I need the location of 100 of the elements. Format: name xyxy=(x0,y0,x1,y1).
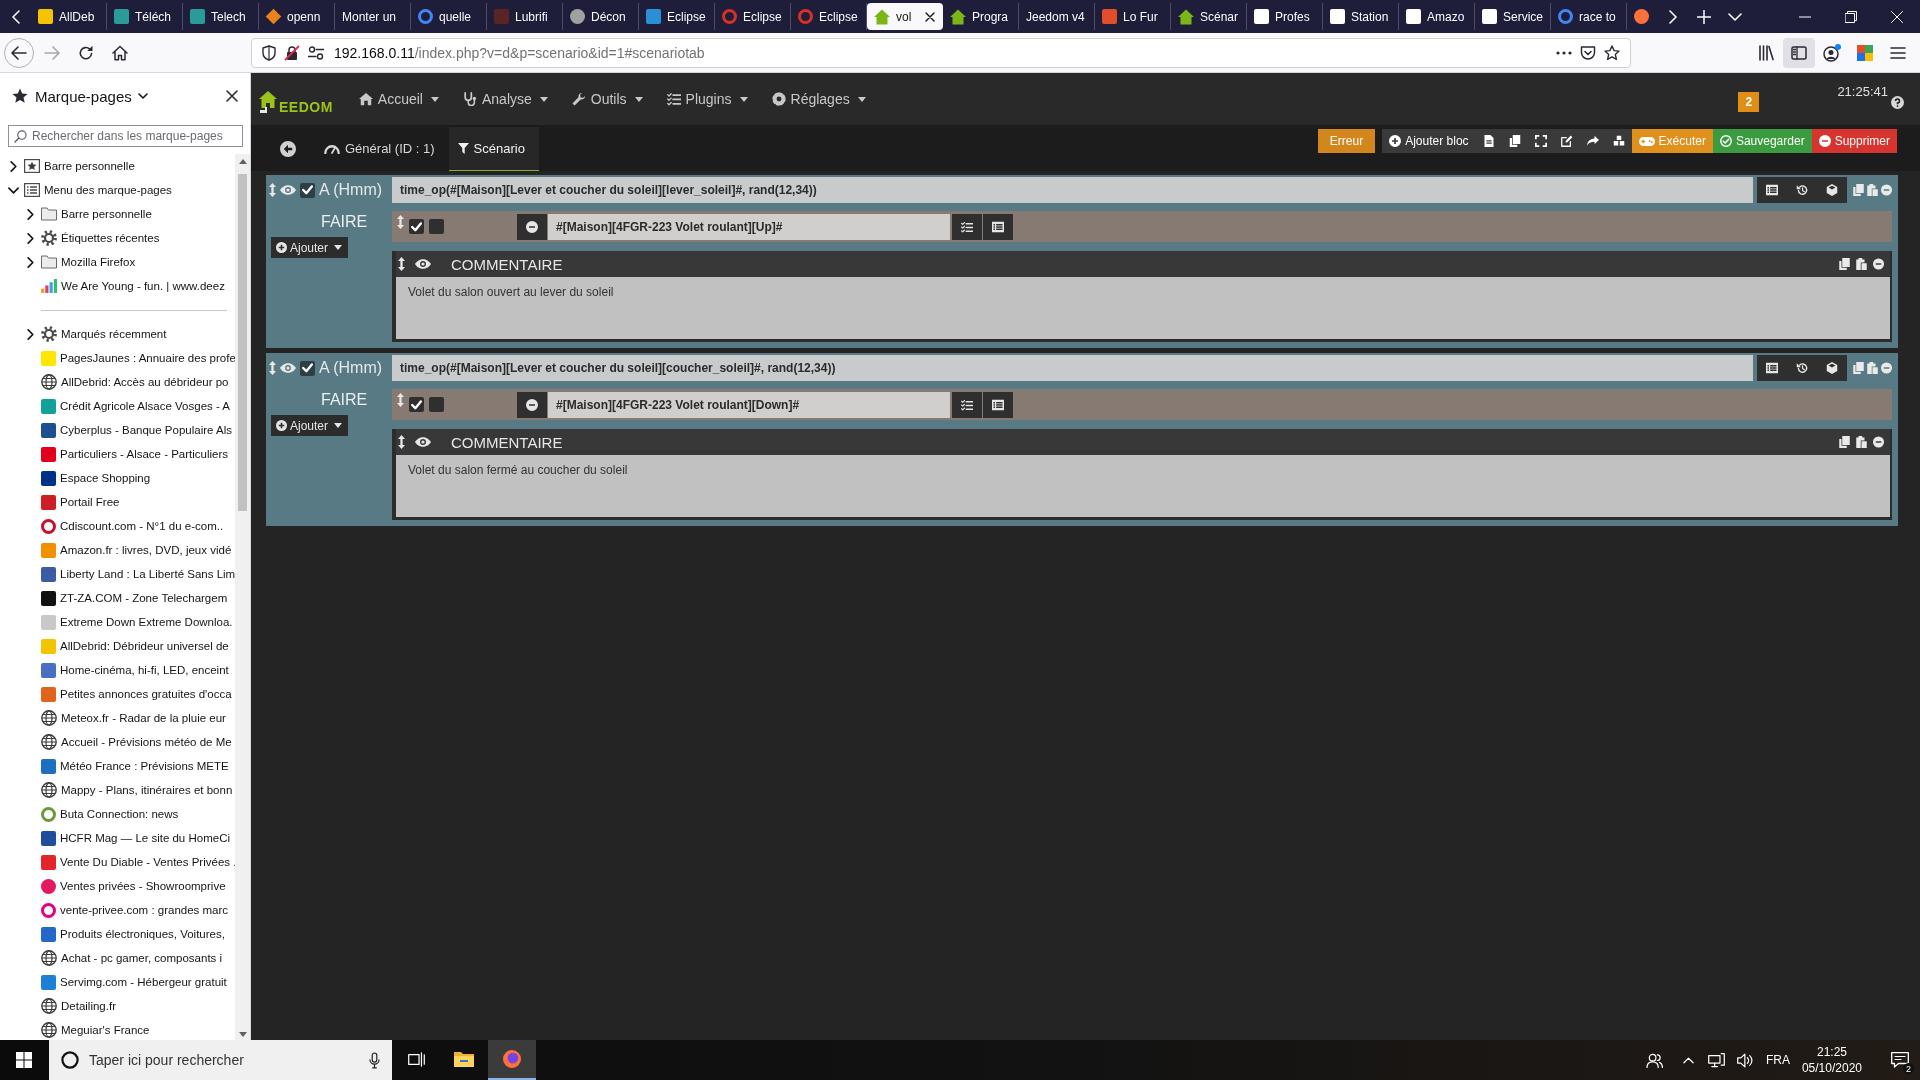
condition-field[interactable]: time_op(#[Maison][Lever et coucher du soleil][lever_soleil]#, rand(12,34)) xyxy=(392,177,1753,203)
menu-item[interactable]: Outils xyxy=(559,79,655,119)
bookmark-folder[interactable]: Mozilla Firefox xyxy=(23,250,235,274)
list-button[interactable] xyxy=(983,391,1013,418)
bookmark-item[interactable]: vente-privee.com : grandes marc xyxy=(23,898,235,922)
bookmark-item[interactable]: AllDebrid: Débrideur universel de xyxy=(23,634,235,658)
tab[interactable]: Général (ID : 1) xyxy=(315,127,449,171)
bookmark-item[interactable]: Crédit Agricole Alsace Vosges - A xyxy=(23,394,235,418)
condition-field[interactable]: time_op(#[Maison][Lever et coucher du soleil][coucher_soleil]#, rand(12,34)) xyxy=(392,355,1753,381)
bookmark-item[interactable]: Liberty Land : La Liberté Sans Lim xyxy=(23,562,235,586)
bookmark-item[interactable]: Amazon.fr : livres, DVD, jeux vidé xyxy=(23,538,235,562)
bookmark-item[interactable]: Buta Connection: news xyxy=(23,802,235,826)
clock-time[interactable]: 21:25 xyxy=(1816,1044,1847,1060)
checkbox[interactable] xyxy=(300,360,315,376)
bookmark-folder[interactable]: Barre personnelle xyxy=(6,154,235,178)
browser-tab[interactable]: Décon xyxy=(563,3,639,30)
bookmark-item[interactable]: Extreme Down Extreme Downloa. xyxy=(23,610,235,634)
bookmark-item[interactable]: PagesJaunes : Annuaire des profe xyxy=(23,346,235,370)
bookmark-item[interactable]: Meteox.fr - Radar de la pluie eur xyxy=(23,706,235,730)
remove-button[interactable] xyxy=(517,391,547,418)
close-icon[interactable] xyxy=(925,11,935,22)
bookmark-item[interactable]: Detailing.fr xyxy=(23,994,235,1018)
bookmark-item[interactable]: Produits électroniques, Voitures, xyxy=(23,922,235,946)
copy-icon[interactable] xyxy=(1839,436,1850,448)
address-field[interactable]: 192.168.0.11/index.php?v=d&p=scenario&id=1#scenariotab xyxy=(251,37,1631,68)
triangle-down-icon[interactable] xyxy=(238,1032,247,1037)
browser-tab[interactable]: Telech xyxy=(183,3,259,30)
bookmark-item[interactable]: Particuliers - Alsace - Particuliers xyxy=(23,442,235,466)
bookmark-item[interactable]: Achat - pc gamer, composants i xyxy=(23,946,235,970)
browser-tab[interactable]: Téléch xyxy=(107,3,183,30)
bookmark-item[interactable]: Ventes privées - Showroomprive xyxy=(23,874,235,898)
paste-icon[interactable] xyxy=(1856,258,1867,270)
scrollbar[interactable] xyxy=(235,154,250,1040)
chevron-up-icon[interactable] xyxy=(1682,1056,1694,1064)
browser-tab[interactable]: Lo Fur xyxy=(1095,3,1171,30)
bookmark-item[interactable]: Meguiar's France xyxy=(23,1018,235,1040)
options-button[interactable] xyxy=(952,213,982,240)
bookmark-item[interactable]: Météo France : Prévisions METE xyxy=(23,754,235,778)
microphone-icon[interactable] xyxy=(369,1051,380,1069)
bookmark-item[interactable]: Cdiscount.com - N°1 du e-com.. xyxy=(23,514,235,538)
bookmark-item[interactable]: Home-cinéma, hi-fi, LED, enceint xyxy=(23,658,235,682)
bookmark-folder[interactable]: Étiquettes récentes xyxy=(23,226,235,250)
bookmark-item[interactable]: Accueil - Prévisions météo de Me xyxy=(23,730,235,754)
browser-tab[interactable]: Station xyxy=(1323,3,1399,30)
checkbox[interactable] xyxy=(409,397,424,412)
eye-icon[interactable] xyxy=(415,259,431,269)
browser-tab[interactable]: Amazo xyxy=(1399,3,1475,30)
browser-tab[interactable]: vol xyxy=(867,3,943,30)
browser-tab[interactable]: Eclipse xyxy=(639,3,715,30)
checkbox[interactable] xyxy=(300,182,315,198)
sidebar-title-button[interactable]: Marque-pages xyxy=(28,87,148,105)
checkbox[interactable] xyxy=(429,397,444,412)
browser-tab[interactable]: Scénar xyxy=(1171,3,1247,30)
browser-tab[interactable]: Eclipse xyxy=(715,3,791,30)
bookmark-folder[interactable]: Barre personnelle xyxy=(23,202,235,226)
language-indicator[interactable]: FRA xyxy=(1765,1053,1790,1067)
search-bar[interactable]: Taper ici pour rechercher xyxy=(49,1040,392,1080)
bookmark-item[interactable]: Petites annonces gratuites d'occa xyxy=(23,682,235,706)
bookmark-item[interactable]: HCFR Mag — Le site du HomeCi xyxy=(23,826,235,850)
tab[interactable]: Scénario xyxy=(448,127,539,171)
bookmark-item[interactable]: Espace Shopping xyxy=(23,466,235,490)
browser-tab[interactable]: quelle xyxy=(411,3,487,30)
bookmark-item[interactable]: Servimg.com - Hébergeur gratuit xyxy=(23,970,235,994)
eye-icon[interactable] xyxy=(415,437,431,447)
network-icon[interactable] xyxy=(1707,1052,1725,1068)
bookmark-item[interactable]: AllDebrid: Accès au débrideur po xyxy=(23,370,235,394)
bookmark-item[interactable]: Portail Free xyxy=(23,490,235,514)
menu-item[interactable]: Plugins xyxy=(654,79,760,119)
triangle-up-icon[interactable] xyxy=(238,159,247,164)
scrollbar-thumb[interactable] xyxy=(238,174,247,511)
copy-icon[interactable] xyxy=(1839,258,1850,270)
up-down-arrow-icon[interactable] xyxy=(398,435,405,449)
search-field[interactable]: Rechercher dans les marque-pages xyxy=(8,125,243,147)
browser-tab[interactable]: Lubrifi xyxy=(487,3,563,30)
command-field[interactable]: #[Maison][4FGR-223 Volet roulant][Down]# xyxy=(548,391,950,418)
chevron-down-icon[interactable] xyxy=(7,184,19,196)
menu-item[interactable]: Analyse xyxy=(451,79,560,119)
browser-tab[interactable]: AllDeb xyxy=(31,3,107,30)
bookmark-folder[interactable]: Menu des marque-pages xyxy=(6,178,235,202)
options-button[interactable] xyxy=(952,391,982,418)
search-field[interactable]: Taper ici pour rechercher xyxy=(89,1047,359,1073)
more-icon[interactable] xyxy=(1556,50,1572,55)
star-icon[interactable] xyxy=(1604,44,1620,61)
bookmark-item[interactable]: Mappy - Plans, itinéraires et bonn xyxy=(23,778,235,802)
speaker-icon[interactable] xyxy=(1736,1052,1754,1068)
close-sidebar-button[interactable] xyxy=(224,88,240,104)
menu-item[interactable]: Réglages xyxy=(759,79,878,119)
browser-tab[interactable]: openn xyxy=(259,3,335,30)
checkbox[interactable] xyxy=(429,219,444,234)
browser-tab[interactable]: Progra xyxy=(943,3,1019,30)
bookmark-item[interactable]: We Are Young - fun. | www.deez xyxy=(23,274,235,298)
bookmark-item[interactable]: Cyberplus - Banque Populaire Als xyxy=(23,418,235,442)
sidebar-button[interactable] xyxy=(1783,37,1815,68)
people-icon[interactable] xyxy=(1645,1052,1663,1068)
browser-tab[interactable]: Profes xyxy=(1247,3,1323,30)
browser-tab[interactable]: Monter un xyxy=(335,3,411,30)
clock-date[interactable]: 05/10/2020 xyxy=(1801,1060,1862,1076)
save-button[interactable]: Sauvegarder xyxy=(1712,129,1812,153)
delete-button[interactable]: Supprimer xyxy=(1811,129,1897,153)
bookmark-item[interactable]: Vente Du Diable - Ventes Privées . xyxy=(23,850,235,874)
